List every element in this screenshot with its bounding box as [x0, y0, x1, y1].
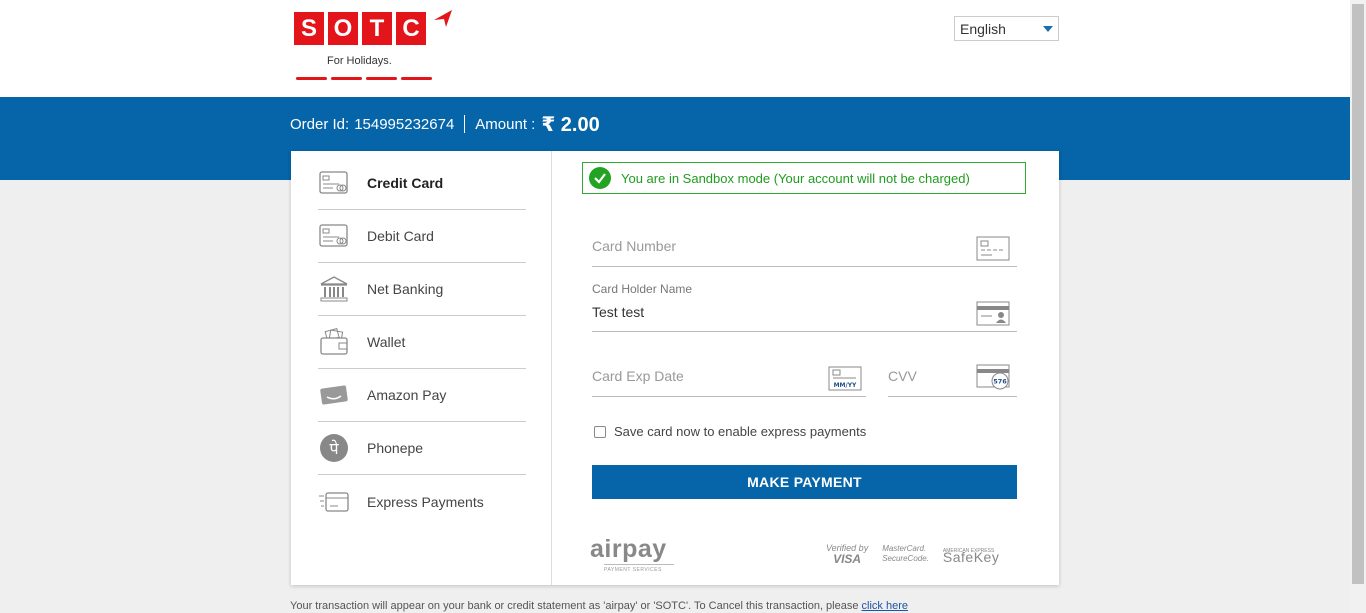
card-number-field[interactable]: Card Number: [592, 228, 1017, 267]
method-net-banking[interactable]: Net Banking: [318, 263, 526, 316]
order-divider: [464, 115, 466, 133]
logo-underline: [296, 77, 432, 80]
cvv-field[interactable]: CVV 576: [888, 358, 1017, 397]
card-number-icon: [976, 236, 1010, 266]
payment-card: Credit Card Debit Card Net Banking Walle…: [291, 151, 1059, 585]
logo-letter: S: [294, 12, 324, 45]
method-label: Phonepe: [367, 440, 424, 456]
securecode-text: SecureCode.: [882, 554, 929, 563]
order-id-label: Order Id:: [290, 115, 350, 133]
cvv-icon-text: 576: [993, 378, 1007, 386]
airpay-logo: airpay PAYMENT SERVICES: [590, 535, 674, 573]
save-card-checkbox[interactable]: [594, 425, 606, 438]
amount-value: ₹ 2.00: [541, 113, 600, 136]
wallet-icon: [318, 328, 350, 356]
cvv-card-icon: 576: [976, 364, 1010, 396]
sotc-logo[interactable]: S O T C For Holidays.: [294, 10, 459, 84]
svg-text:पे: पे: [329, 439, 339, 458]
save-card-label: Save card now to enable express payments: [614, 424, 867, 439]
card-holder-label: Card Holder Name: [592, 282, 693, 296]
method-phonepe[interactable]: पे Phonepe: [318, 422, 526, 475]
safekey-text: SafeKey: [942, 549, 1000, 565]
order-id-value: 154995232674: [354, 115, 455, 133]
check-circle-icon: [589, 167, 611, 189]
payment-method-list: Credit Card Debit Card Net Banking Walle…: [291, 151, 552, 585]
mastercard-text: MasterCard.: [882, 544, 927, 553]
method-amazon-pay[interactable]: Amazon Pay: [318, 369, 526, 422]
sandbox-text: You are in Sandbox mode (Your account wi…: [621, 170, 970, 186]
amount-label: Amount :: [475, 115, 536, 133]
cvv-placeholder: CVV: [888, 368, 917, 384]
make-payment-button[interactable]: MAKE PAYMENT: [592, 465, 1017, 499]
sandbox-notice: You are in Sandbox mode (Your account wi…: [582, 162, 1026, 194]
method-label: Net Banking: [367, 281, 444, 297]
card-number-placeholder: Card Number: [592, 238, 677, 254]
calendar-card-icon: MM/YY: [828, 366, 862, 396]
security-badges: Verified by VISA MasterCard. SecureCode.…: [826, 543, 999, 565]
language-select[interactable]: English: [954, 16, 1059, 41]
footer-note: Your transaction will appear on your ban…: [290, 600, 908, 612]
express-card-icon: [318, 488, 350, 516]
logo-letter: T: [362, 12, 392, 45]
chevron-down-icon: [1043, 26, 1053, 32]
visa-text: VISA: [833, 552, 862, 566]
method-label: Wallet: [367, 334, 406, 350]
airpay-wordmark: airpay: [590, 535, 667, 563]
card-holder-field[interactable]: Card Holder Name Test test: [592, 282, 1017, 332]
logo-tagline: For Holidays.: [327, 55, 392, 67]
page-scrollbar[interactable]: [1350, 0, 1366, 613]
logo-letter: C: [396, 12, 426, 45]
card-exp-placeholder: Card Exp Date: [592, 368, 684, 384]
card-holder-input[interactable]: Test test: [592, 304, 644, 320]
top-header: S O T C For Holidays. English: [0, 0, 1350, 97]
order-summary: Order Id: 154995232674 Amount : ₹ 2.00: [290, 113, 600, 136]
mastercard-securecode-badge: MasterCard. SecureCode.: [882, 544, 929, 564]
card-exp-field[interactable]: Card Exp Date MM/YY: [592, 358, 866, 397]
footer-text: Your transaction will appear on your ban…: [290, 600, 862, 612]
method-label: Debit Card: [367, 228, 434, 244]
method-label: Amazon Pay: [367, 387, 447, 403]
scrollbar-thumb[interactable]: [1352, 4, 1364, 584]
amex-safekey-badge: AMERICAN EXPRESS SafeKey: [942, 548, 1000, 565]
method-express-payments[interactable]: Express Payments: [318, 475, 526, 528]
amazon-pay-icon: [318, 381, 350, 409]
bank-icon: [318, 275, 350, 303]
cancel-transaction-link[interactable]: click here: [862, 600, 908, 612]
verified-by-visa-badge: Verified by VISA: [826, 543, 868, 565]
method-label: Credit Card: [367, 175, 444, 191]
method-label: Express Payments: [367, 493, 484, 510]
method-credit-card[interactable]: Credit Card: [318, 157, 526, 210]
debit-card-icon: [318, 222, 350, 250]
phonepe-icon: पे: [318, 434, 350, 462]
credit-card-icon: [318, 169, 350, 197]
logo-arrow-icon: [434, 10, 452, 27]
id-card-icon: [976, 301, 1010, 331]
airpay-subtitle: PAYMENT SERVICES: [604, 564, 674, 573]
save-card-option[interactable]: Save card now to enable express payments: [594, 424, 866, 439]
language-selected: English: [960, 21, 1006, 37]
logo-letter: O: [328, 12, 358, 45]
method-debit-card[interactable]: Debit Card: [318, 210, 526, 263]
exp-icon-text: MM/YY: [834, 382, 857, 389]
method-wallet[interactable]: Wallet: [318, 316, 526, 369]
